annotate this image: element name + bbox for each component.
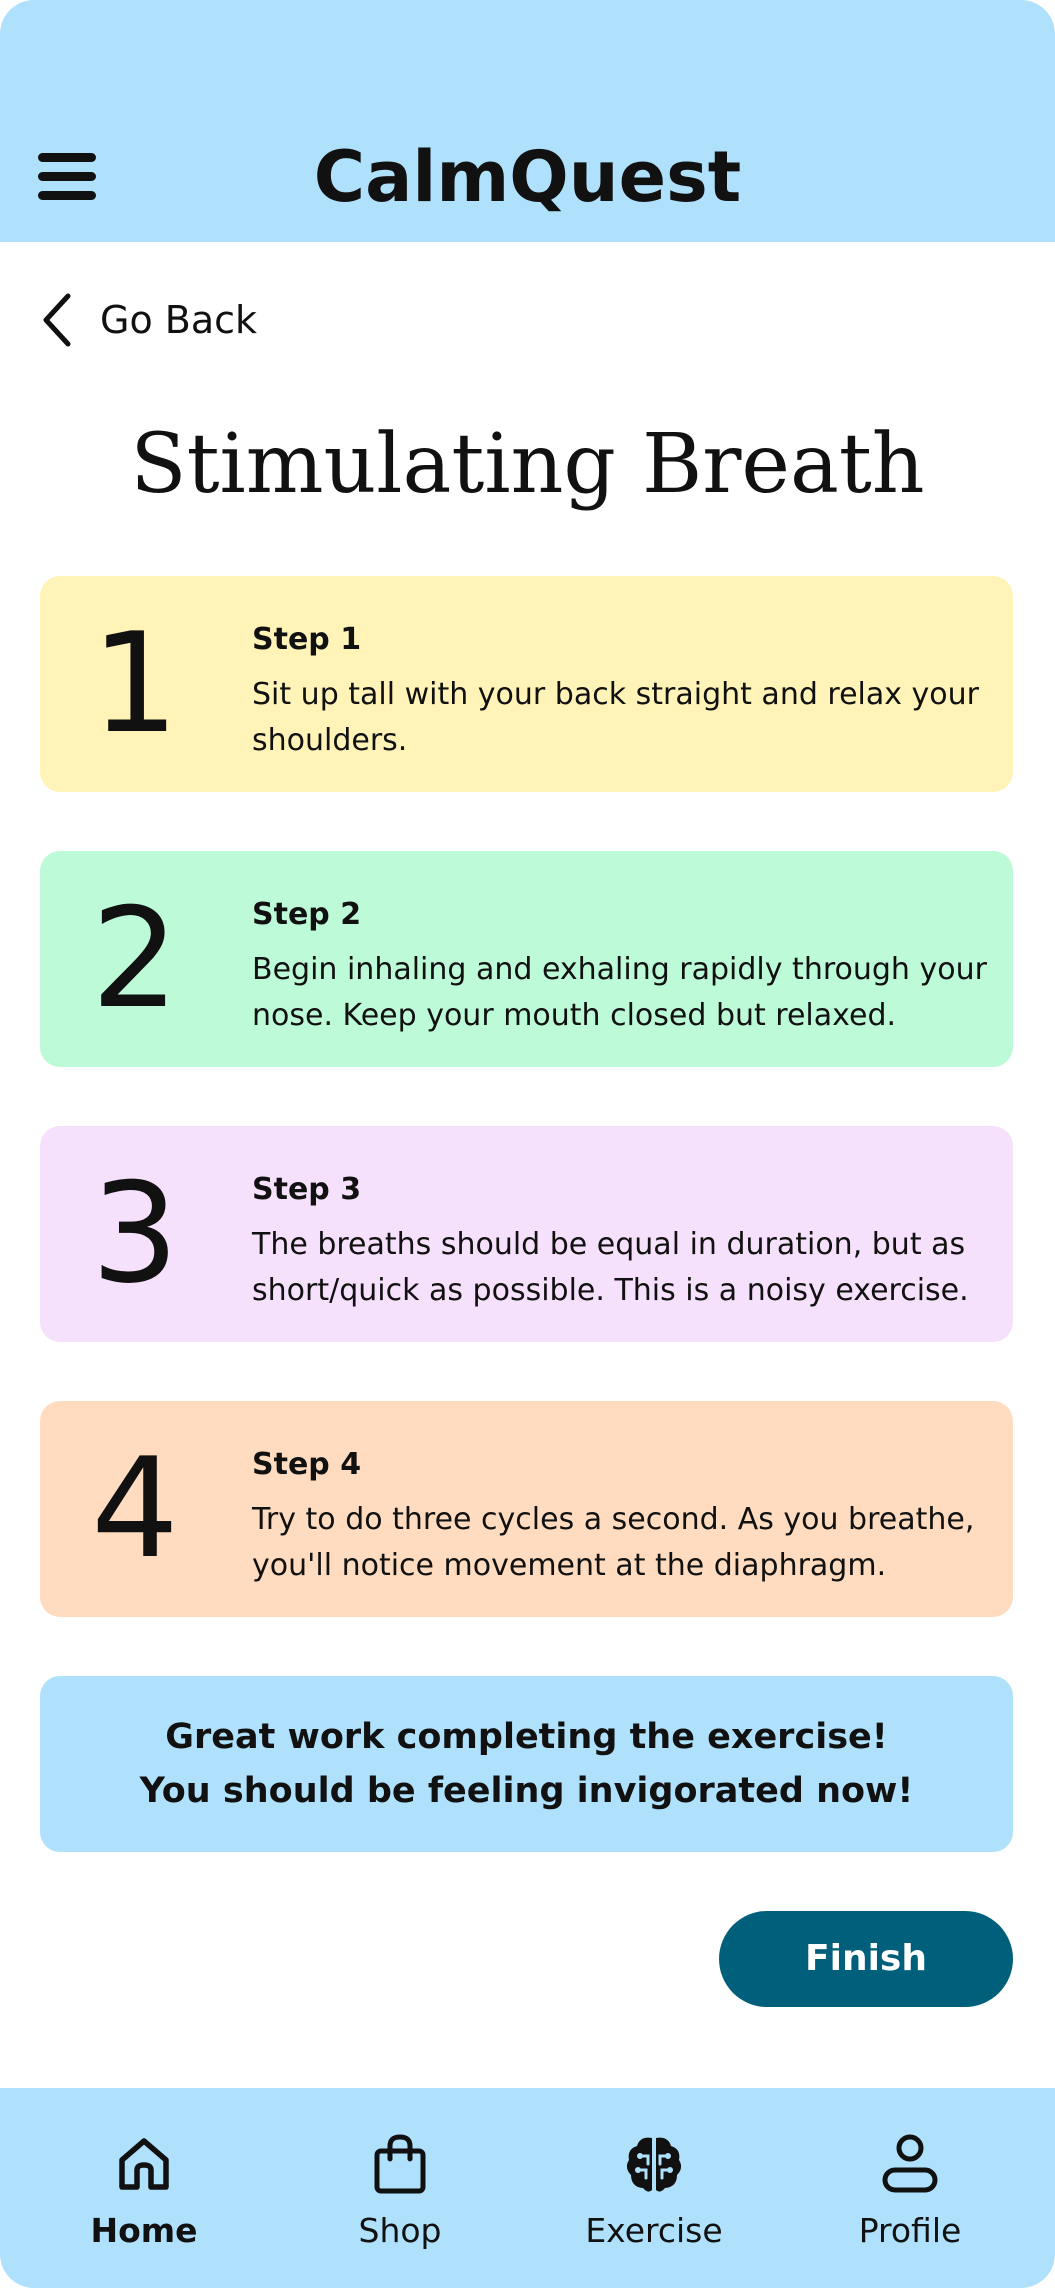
completion-message: Great work completing the exercise! You … bbox=[40, 1676, 1013, 1852]
step-number: 3 bbox=[91, 1153, 179, 1314]
go-back-label: Go Back bbox=[100, 298, 258, 342]
nav-item-home[interactable]: Home bbox=[44, 2088, 244, 2288]
app-screen: CalmQuest Go Back Stimulating Breath 1 S… bbox=[0, 0, 1055, 2288]
nav-item-shop[interactable]: Shop bbox=[300, 2088, 500, 2288]
nav-item-profile[interactable]: Profile bbox=[810, 2088, 1010, 2288]
step-card-2: 2 Step 2 Begin inhaling and exhaling rap… bbox=[40, 851, 1013, 1067]
step-text: Begin inhaling and exhaling rapidly thro… bbox=[252, 952, 987, 1033]
completion-line-2: You should be feeling invigorated now! bbox=[139, 1771, 914, 1811]
step-number: 4 bbox=[91, 1428, 179, 1589]
nav-label-home: Home bbox=[90, 2211, 198, 2250]
step-text: The breaths should be equal in duration,… bbox=[252, 1227, 969, 1308]
step-card-1: 1 Step 1 Sit up tall with your back stra… bbox=[40, 576, 1013, 792]
step-text: Try to do three cycles a second. As you … bbox=[252, 1502, 975, 1583]
step-card-4: 4 Step 4 Try to do three cycles a second… bbox=[40, 1401, 1013, 1617]
step-text: Sit up tall with your back straight and … bbox=[252, 677, 980, 758]
app-header: CalmQuest bbox=[0, 0, 1055, 242]
finish-button[interactable]: Finish bbox=[719, 1911, 1013, 2007]
nav-label-shop: Shop bbox=[358, 2211, 442, 2250]
step-number: 2 bbox=[91, 878, 179, 1039]
step-title: Step 4 bbox=[252, 1447, 362, 1482]
chevron-left-icon bbox=[43, 293, 71, 347]
step-number: 1 bbox=[91, 603, 179, 764]
home-icon bbox=[112, 2132, 176, 2196]
shopping-bag-icon bbox=[368, 2132, 432, 2196]
brain-icon bbox=[622, 2132, 686, 2196]
nav-label-profile: Profile bbox=[858, 2211, 962, 2250]
step-card-3: 3 Step 3 The breaths should be equal in … bbox=[40, 1126, 1013, 1342]
nav-item-exercise[interactable]: Exercise bbox=[554, 2088, 754, 2288]
bottom-nav: Home Shop Exercise Profile bbox=[0, 2088, 1055, 2288]
step-title: Step 2 bbox=[252, 897, 362, 932]
app-title: CalmQuest bbox=[313, 136, 742, 218]
completion-line-1: Great work completing the exercise! bbox=[165, 1717, 888, 1757]
go-back-button[interactable]: Go Back bbox=[40, 290, 257, 350]
step-title: Step 1 bbox=[252, 622, 362, 657]
profile-icon bbox=[878, 2132, 942, 2196]
page-title: Stimulating Breath bbox=[130, 417, 925, 512]
nav-label-exercise: Exercise bbox=[585, 2211, 723, 2250]
step-title: Step 3 bbox=[252, 1172, 362, 1207]
